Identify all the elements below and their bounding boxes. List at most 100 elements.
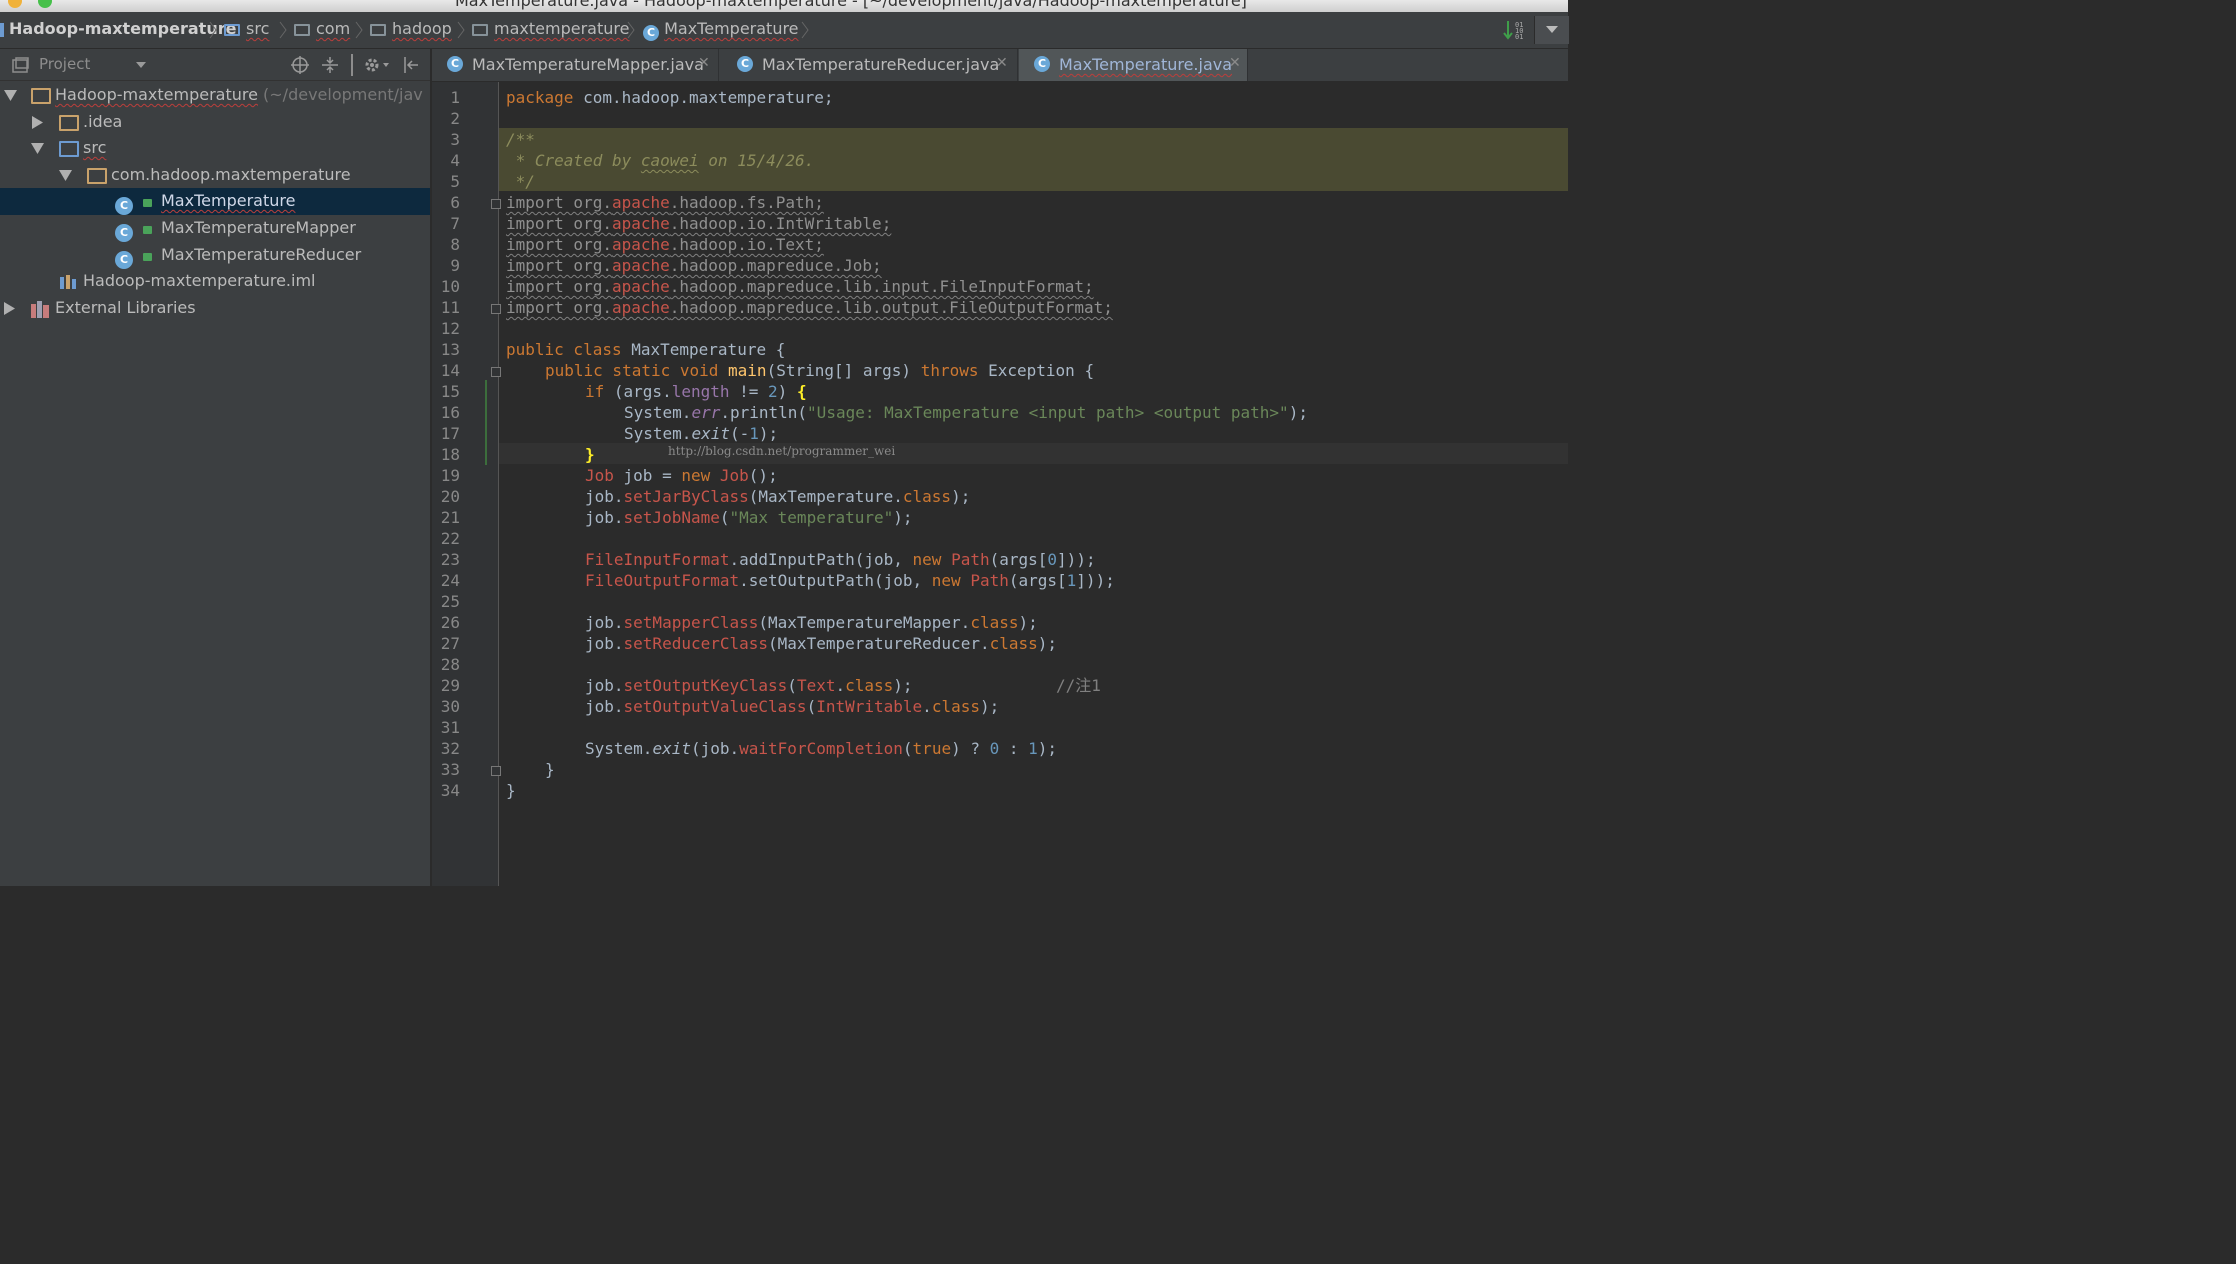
breadcrumb-separator-icon bbox=[355, 21, 363, 39]
fold-marker-icon[interactable] bbox=[491, 766, 501, 776]
tab-maxtemperature-mapper[interactable]: C MaxTemperatureMapper.java ✕ bbox=[432, 49, 719, 81]
breadcrumb-src[interactable]: src bbox=[224, 19, 269, 38]
collapsed-arrow-icon[interactable] bbox=[32, 116, 43, 129]
tree-item-project-root[interactable]: Hadoop-maxtemperature (~/development/jav bbox=[0, 82, 430, 109]
line-number: 34 bbox=[440, 781, 460, 800]
line-number: 17 bbox=[440, 424, 460, 443]
line-number: 7 bbox=[450, 214, 460, 233]
code-editor[interactable]: 1 2 3 4 5 6 7 8 9 10 11 12 13 14 15 16 17 18 19 20 21 22 23 24 2… bbox=[432, 82, 1568, 886]
code-line: if (args.length != 2) { bbox=[585, 382, 807, 401]
expand-arrow-icon[interactable] bbox=[31, 143, 44, 154]
code-line: job.setMapperClass(MaxTemperatureMapper.… bbox=[585, 613, 1038, 632]
code-line: job.setReducerClass(MaxTemperatureReduce… bbox=[585, 634, 1058, 653]
code-line: public static void main(String[] args) t… bbox=[545, 361, 1095, 380]
collapsed-arrow-icon[interactable] bbox=[4, 302, 15, 315]
breadcrumb-maxtemperature[interactable]: maxtemperature bbox=[472, 19, 629, 38]
breadcrumb-hadoop[interactable]: hadoop bbox=[370, 19, 452, 38]
line-number: 11 bbox=[440, 298, 460, 317]
code-line: FileInputFormat.addInputPath(job, new Pa… bbox=[585, 550, 1096, 569]
tree-item-maxtemperature[interactable]: C MaxTemperature bbox=[0, 188, 430, 215]
folder-icon bbox=[59, 114, 85, 133]
line-number: 25 bbox=[440, 592, 460, 611]
editor-tab-bar: C MaxTemperatureMapper.java ✕ C MaxTempe… bbox=[432, 49, 1568, 82]
line-number: 28 bbox=[440, 655, 460, 674]
minimize-window-button[interactable] bbox=[8, 0, 22, 8]
project-view-selector[interactable]: Project bbox=[39, 55, 90, 73]
line-number: 8 bbox=[450, 235, 460, 254]
breadcrumb-separator-icon bbox=[457, 21, 465, 39]
fold-marker-icon[interactable] bbox=[491, 199, 501, 209]
tree-item-package[interactable]: com.hadoop.maxtemperature bbox=[0, 162, 430, 189]
tree-item-reducer[interactable]: C MaxTemperatureReducer bbox=[0, 242, 430, 269]
lock-icon bbox=[143, 226, 152, 234]
chevron-down-icon[interactable] bbox=[136, 62, 146, 69]
hide-panel-icon[interactable] bbox=[402, 56, 420, 74]
code-line: System.err.println("Usage: MaxTemperatur… bbox=[624, 403, 1308, 422]
tree-item-label: MaxTemperature bbox=[161, 191, 296, 210]
line-number: 32 bbox=[440, 739, 460, 758]
tab-maxtemperature[interactable]: C MaxTemperature.java ✕ bbox=[1019, 49, 1248, 81]
tab-maxtemperature-reducer[interactable]: C MaxTemperatureReducer.java ✕ bbox=[722, 49, 1018, 81]
code-line: import org.apache.hadoop.mapreduce.lib.i… bbox=[506, 277, 1094, 296]
code-line: * Created by caowei on 15/4/26. bbox=[506, 151, 815, 170]
tree-item-label: Hadoop-maxtemperature.iml bbox=[83, 271, 316, 290]
code-line: System.exit(job.waitForCompletion(true) … bbox=[585, 739, 1058, 758]
line-number: 15 bbox=[440, 382, 460, 401]
line-number: 23 bbox=[440, 550, 460, 569]
code-line: job.setJarByClass(MaxTemperature.class); bbox=[585, 487, 971, 506]
folder-icon bbox=[224, 24, 240, 36]
class-icon: C bbox=[1034, 56, 1050, 72]
class-icon: C bbox=[737, 56, 753, 72]
breadcrumb-separator-icon bbox=[279, 21, 287, 39]
tree-item-mapper[interactable]: C MaxTemperatureMapper bbox=[0, 215, 430, 242]
breadcrumb-separator-icon bbox=[627, 21, 635, 39]
gear-icon[interactable] bbox=[363, 56, 391, 74]
line-number: 19 bbox=[440, 466, 460, 485]
code-line: } bbox=[585, 445, 595, 464]
tree-item-src[interactable]: src bbox=[0, 135, 430, 162]
source-folder-icon bbox=[59, 140, 85, 159]
zoom-window-button[interactable] bbox=[38, 0, 52, 8]
line-number: 22 bbox=[440, 529, 460, 548]
expand-arrow-icon[interactable] bbox=[4, 90, 17, 101]
project-toolbar: Project bbox=[0, 49, 430, 81]
code-comment: //注1 bbox=[1056, 676, 1101, 695]
code-line: import org.apache.hadoop.io.IntWritable; bbox=[506, 214, 892, 233]
locate-target-icon[interactable] bbox=[291, 56, 309, 74]
breadcrumb-com[interactable]: com bbox=[294, 19, 350, 38]
close-icon[interactable]: ✕ bbox=[996, 55, 1008, 71]
svg-text:01: 01 bbox=[1515, 33, 1523, 41]
tree-item-iml[interactable]: Hadoop-maxtemperature.iml bbox=[0, 268, 430, 295]
class-icon: C bbox=[643, 25, 659, 41]
close-icon[interactable]: ✕ bbox=[1229, 55, 1241, 71]
line-number: 30 bbox=[440, 697, 460, 716]
line-number: 9 bbox=[450, 256, 460, 275]
breadcrumb-class[interactable]: C MaxTemperature bbox=[643, 19, 799, 41]
line-number: 18 bbox=[440, 445, 460, 464]
code-line: import org.apache.hadoop.mapreduce.lib.o… bbox=[506, 298, 1113, 317]
expand-arrow-icon[interactable] bbox=[59, 170, 72, 181]
tree-item-idea[interactable]: .idea bbox=[0, 109, 430, 136]
line-number: 13 bbox=[440, 340, 460, 359]
line-number: 27 bbox=[440, 634, 460, 653]
folder-icon bbox=[370, 24, 386, 36]
breadcrumb-separator-icon bbox=[209, 21, 217, 39]
sort-binary-icon[interactable]: 01 10 01 bbox=[1503, 19, 1527, 41]
collapse-all-icon[interactable] bbox=[321, 56, 339, 74]
tree-item-external-libraries[interactable]: External Libraries bbox=[0, 295, 430, 322]
fold-marker-icon[interactable] bbox=[491, 367, 501, 377]
dropdown-button[interactable] bbox=[1534, 16, 1569, 44]
tree-item-label: External Libraries bbox=[55, 298, 196, 317]
code-line: job.setOutputValueClass(IntWritable.clas… bbox=[585, 697, 1000, 716]
fold-marker-icon[interactable] bbox=[491, 304, 501, 314]
code-line: } bbox=[506, 781, 516, 800]
breadcrumb-project[interactable]: Hadoop-maxtemperature bbox=[9, 19, 236, 38]
code-line: public class MaxTemperature { bbox=[506, 340, 786, 359]
library-icon bbox=[31, 301, 49, 318]
close-icon[interactable]: ✕ bbox=[698, 55, 710, 71]
tree-item-label: com.hadoop.maxtemperature bbox=[111, 165, 351, 184]
breadcrumb-separator-icon bbox=[801, 21, 809, 39]
line-number: 24 bbox=[440, 571, 460, 590]
project-view-icon bbox=[12, 57, 29, 73]
current-line-highlight bbox=[499, 443, 1568, 464]
